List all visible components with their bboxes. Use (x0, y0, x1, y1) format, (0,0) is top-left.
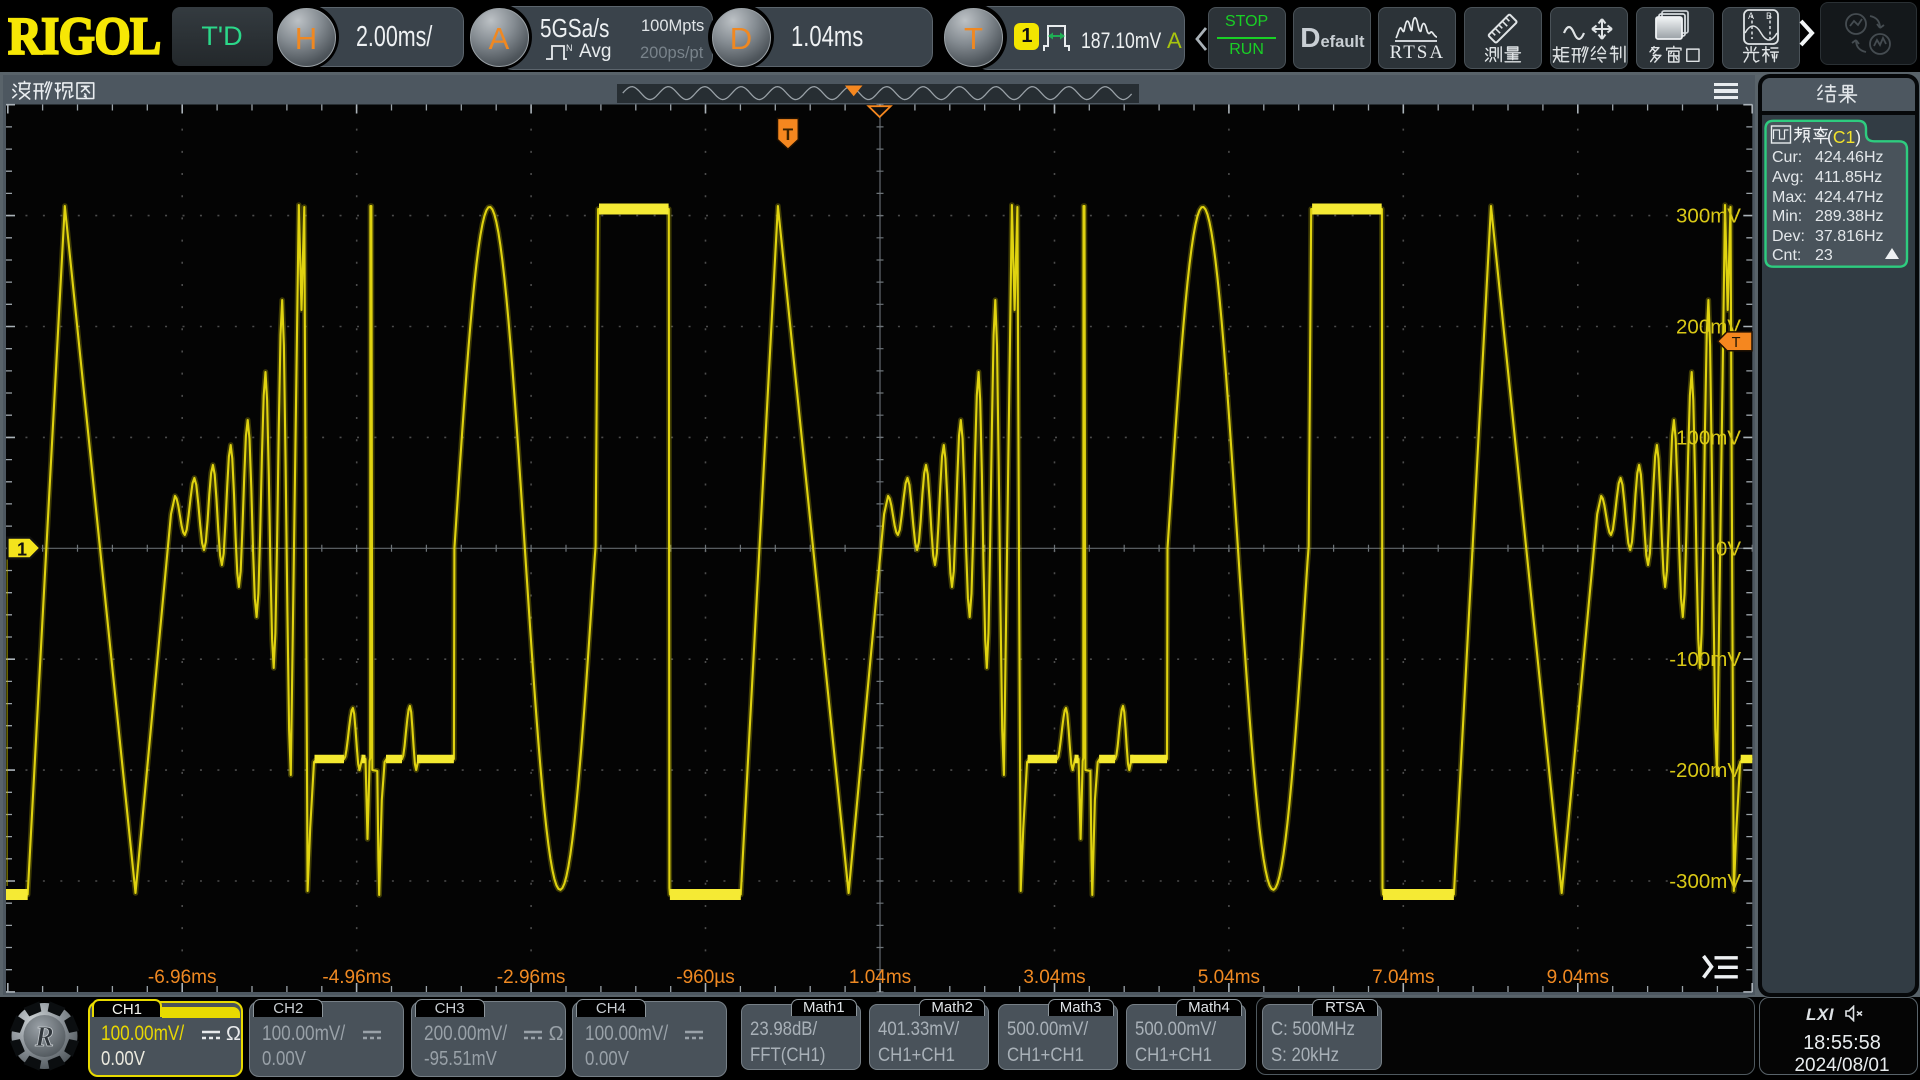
svg-text:0V: 0V (1716, 537, 1741, 560)
svg-text:-100mV: -100mV (1669, 648, 1741, 671)
svg-text:-6.96ms: -6.96ms (148, 967, 217, 988)
svg-text:-960µs: -960µs (676, 967, 734, 988)
svg-text:1: 1 (17, 540, 27, 560)
svg-text:100mV: 100mV (1676, 426, 1741, 449)
svg-text:1.04ms: 1.04ms (849, 967, 911, 988)
svg-text:7.04ms: 7.04ms (1372, 967, 1434, 988)
svg-text:-2.96ms: -2.96ms (497, 967, 566, 988)
svg-text:R: R (34, 1022, 54, 1053)
svg-text:-4.96ms: -4.96ms (322, 967, 391, 988)
svg-text:-300mV: -300mV (1669, 870, 1741, 893)
svg-text:5.04ms: 5.04ms (1198, 967, 1260, 988)
svg-text:9.04ms: 9.04ms (1547, 967, 1609, 988)
svg-text:T: T (1732, 335, 1741, 351)
svg-text:-200mV: -200mV (1669, 759, 1741, 782)
svg-text:3.04ms: 3.04ms (1023, 967, 1085, 988)
